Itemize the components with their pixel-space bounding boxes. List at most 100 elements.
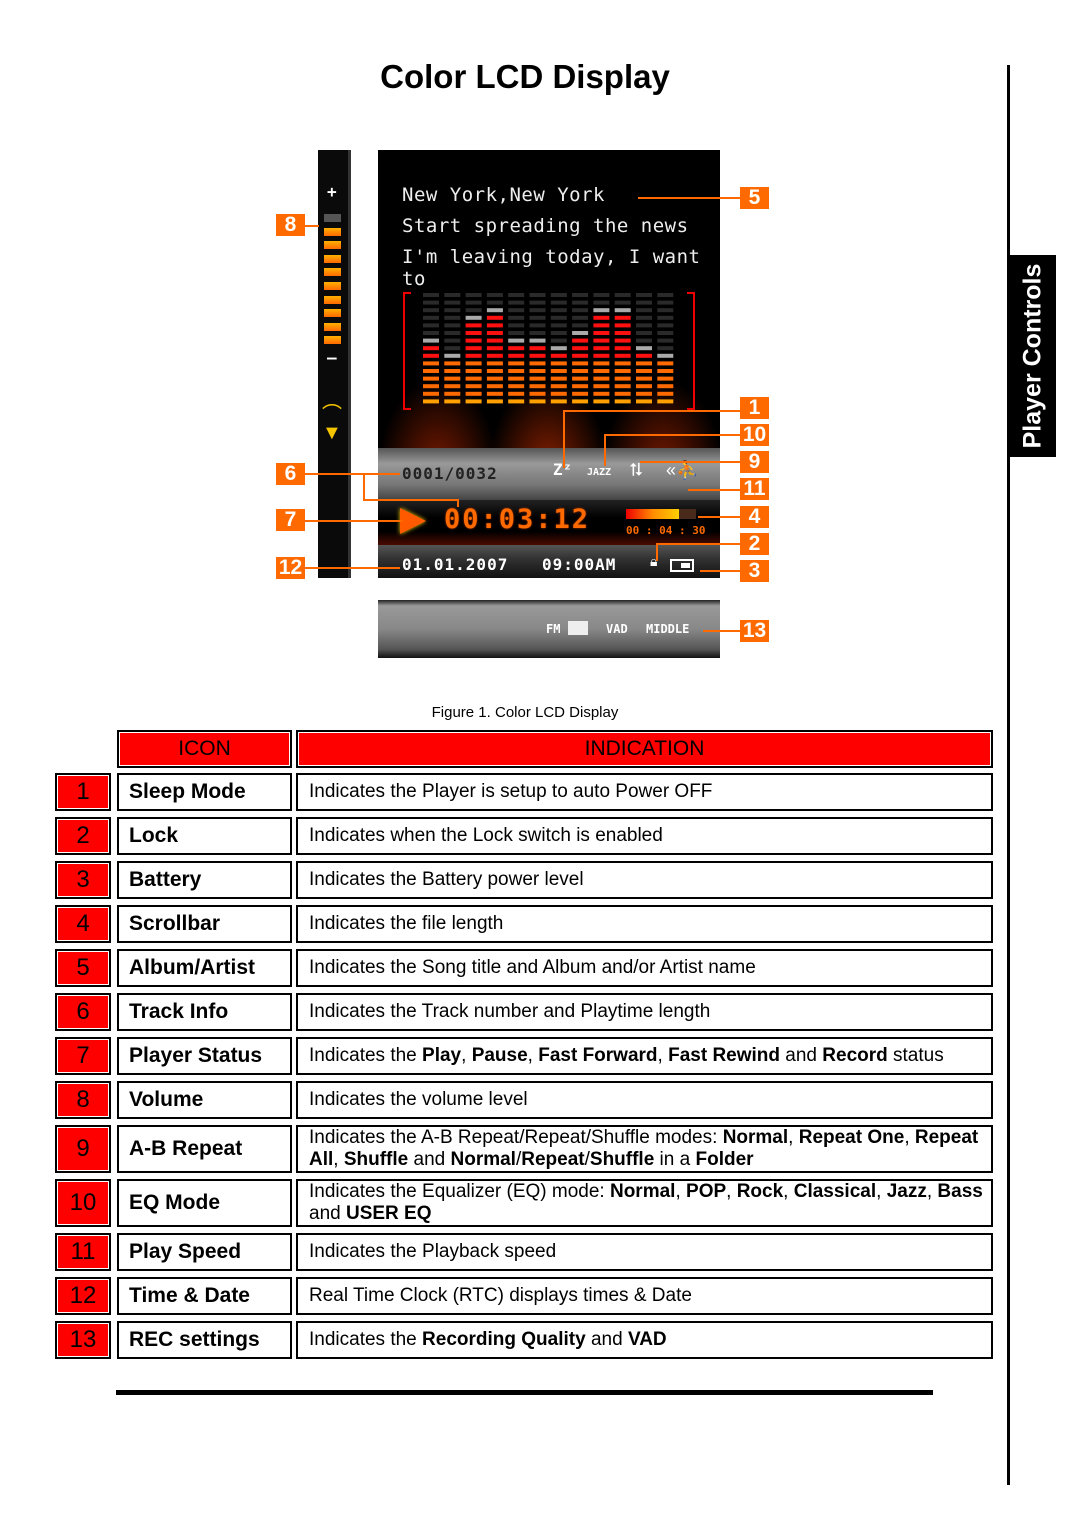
row-number: 10 (55, 1179, 111, 1227)
eq-bar-segment (423, 399, 439, 404)
eq-bar-segment (444, 391, 461, 396)
eq-bar-segment (550, 346, 567, 351)
eq-bar-segment (593, 338, 610, 343)
eq-bar-segment (636, 346, 652, 351)
eq-bar-segment (465, 338, 482, 343)
eq-bar-segment (444, 369, 461, 373)
bold-term: Recording Quality (422, 1329, 586, 1350)
eq-bar-segment (550, 331, 567, 335)
eq-bar-segment (508, 338, 525, 343)
eq-bar-segment (486, 338, 503, 343)
row-number-label: 1 (76, 778, 90, 805)
track-info: 0001/0032 (402, 464, 498, 483)
icon-name: Scrollbar (117, 905, 292, 943)
eq-bar-segment (465, 353, 482, 358)
bold-term: POP (686, 1181, 727, 1202)
speaker-icon: ⌒ ▼ (322, 404, 342, 444)
eq-bar-segment (572, 300, 589, 305)
eq-bar-segment (465, 399, 482, 404)
row-number: 7 (55, 1037, 111, 1075)
eq-bar-segment (636, 338, 652, 343)
callout-10: 10 (740, 424, 769, 446)
eq-bar-segment (657, 315, 674, 320)
eq-bar-segment (508, 384, 525, 389)
eq-bar-segment (572, 353, 589, 358)
eq-bar-segment (657, 369, 674, 373)
bold-term: VAD (627, 1329, 667, 1350)
callout-5: 5 (740, 187, 769, 209)
page-title: Color LCD Display (380, 58, 670, 95)
eq-bar-segment (614, 361, 631, 366)
eq-bar-segment (423, 391, 439, 396)
eq-bar-segment (572, 323, 589, 328)
eq-bracket-left (403, 292, 411, 410)
eq-bar-segment (444, 308, 461, 313)
indication-text: Indicates the Song title and Album and/o… (309, 957, 756, 979)
bold-term: Shuffle (589, 1149, 655, 1170)
eq-bar-segment (444, 399, 461, 404)
indication: Indicates the Song title and Album and/o… (296, 949, 993, 987)
eq-bar-segment (572, 399, 589, 404)
header-indication: INDICATION (296, 730, 993, 768)
row-number: 2 (55, 817, 111, 855)
eq-bar-segment (550, 376, 567, 381)
eq-bar-segment (423, 300, 439, 305)
eq-bar-segment (636, 369, 652, 373)
indication: Indicates the A-B Repeat/Repeat/Shuffle … (296, 1125, 993, 1173)
play-icon (400, 508, 426, 534)
eq-bar-segment (508, 323, 525, 328)
eq-bar-segment (444, 361, 461, 366)
eq-bar-segment (465, 369, 482, 373)
eq-bar-segment (550, 308, 567, 313)
eq-bar-segment (550, 353, 567, 358)
eq-bar-segment (593, 293, 610, 297)
eq-bar-segment (486, 323, 503, 328)
eq-bar-segment (572, 338, 589, 343)
eq-bar-segment (508, 376, 525, 381)
bold-term: Folder (695, 1149, 754, 1170)
indication-text: Indicates the Playback speed (309, 1241, 556, 1263)
date-bar: 01.01.2007 09:00AM 🔒︎ (378, 545, 720, 578)
indication: Indicates the Battery power level (296, 861, 993, 899)
eq-bar-segment (657, 308, 674, 313)
text-segment: Indicates the volume level (309, 1089, 528, 1110)
eq-bar-segment (444, 384, 461, 389)
callout-4: 4 (740, 506, 769, 528)
eq-bar-segment (593, 391, 610, 396)
eq-bar-segment (614, 315, 631, 320)
eq-bar-segment (444, 346, 461, 351)
eq-bar-segment (529, 300, 546, 305)
bold-term: Normal (609, 1181, 676, 1202)
eq-bar-segment (636, 391, 652, 396)
eq-bar-segment (486, 293, 503, 297)
eq-bar-segment (614, 353, 631, 358)
eq-bar-segment (614, 346, 631, 351)
section-tab: Player Controls (1010, 255, 1056, 457)
callout-9: 9 (740, 451, 769, 473)
eq-bar-segment (550, 323, 567, 328)
eq-bar-segment (444, 293, 461, 297)
eq-bar-segment (572, 384, 589, 389)
row-number: 3 (55, 861, 111, 899)
eq-bar-segment (486, 361, 503, 366)
date: 01.01.2007 (402, 555, 509, 574)
text-segment: Indicates the Equalizer (EQ) mode: (309, 1181, 610, 1202)
eq-bar-segment (614, 391, 631, 396)
text-segment: status (887, 1045, 944, 1066)
row-number: 9 (55, 1125, 111, 1173)
eq-bar-segment (486, 300, 503, 305)
eq-bar-segment (529, 361, 546, 366)
eq-bar-segment (508, 293, 525, 297)
eq-bar-segment (465, 391, 482, 396)
eq-bar-segment (572, 315, 589, 320)
eq-bar-segment (572, 391, 589, 396)
eq-bar-segment (614, 293, 631, 297)
eq-bar-segment (529, 346, 546, 351)
indication: Indicates when the Lock switch is enable… (296, 817, 993, 855)
eq-bar-segment (593, 399, 610, 404)
text-segment: Indicates the (309, 1329, 423, 1350)
scrollbar (626, 509, 696, 519)
icon-name: Player Status (117, 1037, 292, 1075)
icon-name: Play Speed (117, 1233, 292, 1271)
status-bar: 0001/0032 Zᶻ JAZZ ⮁ «⛹ (378, 448, 720, 500)
